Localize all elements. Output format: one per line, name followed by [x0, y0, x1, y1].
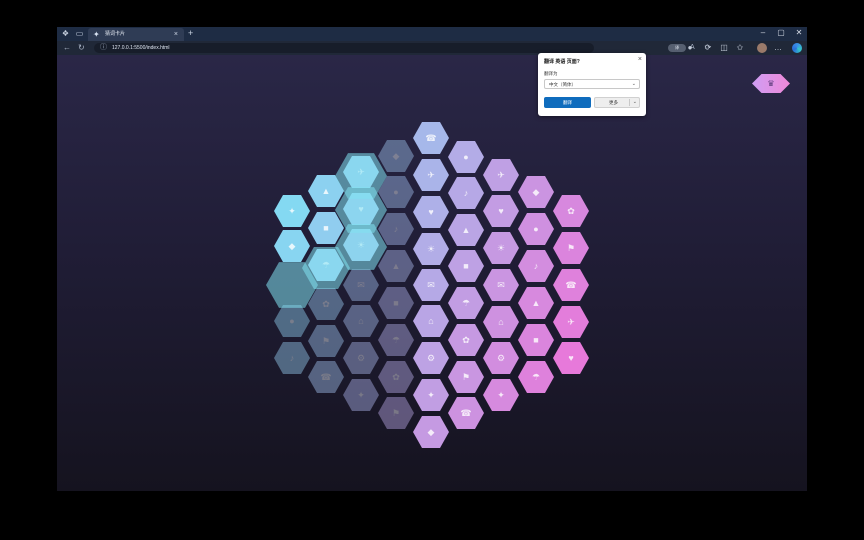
more-button[interactable]: 更多 ⌄: [594, 97, 640, 108]
spark-icon: ✦: [93, 30, 100, 39]
card-tile[interactable]: ✦: [343, 379, 379, 411]
card-tile[interactable]: ●: [448, 141, 484, 173]
card-tile[interactable]: ✈: [413, 159, 449, 191]
card-tile[interactable]: ◆: [518, 176, 554, 208]
close-icon[interactable]: ×: [174, 30, 178, 39]
card-tile[interactable]: ⚑: [378, 397, 414, 429]
card-tile[interactable]: ⚙: [343, 342, 379, 374]
card-tile[interactable]: ☎: [448, 397, 484, 429]
card-tile[interactable]: ☂: [378, 324, 414, 356]
favorites-icon[interactable]: ✩: [735, 43, 745, 53]
card-tile[interactable]: ☀: [483, 232, 519, 264]
url-text: 127.0.0.1:5500/index.html: [112, 45, 170, 51]
card-tile[interactable]: ♪: [274, 342, 310, 374]
chevron-down-icon[interactable]: ⌄: [633, 98, 637, 107]
more-button-label: 更多: [609, 100, 618, 105]
refresh-extension-icon[interactable]: ⟳: [703, 43, 713, 53]
card-tile[interactable]: ✿: [553, 195, 589, 227]
more-icon[interactable]: …: [773, 43, 783, 53]
card-tile[interactable]: ■: [378, 287, 414, 319]
popup-title: 翻译 英语 页面?: [544, 59, 580, 65]
card-tile[interactable]: ☂: [448, 287, 484, 319]
translate-popup: 翻译 英语 页面? × 翻译为 中文（简体） ⌄ 翻译 更多 ⌄: [538, 53, 646, 116]
card-tile[interactable]: ✈: [483, 159, 519, 191]
card-tile[interactable]: ◆: [274, 230, 310, 262]
card-tile[interactable]: ✦: [483, 379, 519, 411]
copilot-icon[interactable]: [792, 43, 802, 53]
language-select-value: 中文（简体）: [549, 82, 576, 87]
card-tile[interactable]: ⌂: [343, 305, 379, 337]
maximize-button[interactable]: ▢: [773, 27, 789, 39]
card-tile[interactable]: ☂: [518, 361, 554, 393]
card-tile[interactable]: ⌂: [483, 306, 519, 338]
tab-title: 猜词卡片: [105, 31, 126, 37]
card-tile[interactable]: ✦: [413, 379, 449, 411]
address-bar-row: ← ↻ ⓘ 127.0.0.1:5500/index.html 译 A ☆ ● …: [57, 41, 807, 55]
card-tile[interactable]: ●: [518, 213, 554, 245]
card-tile[interactable]: ⚑: [553, 232, 589, 264]
card-tile[interactable]: ☀: [413, 233, 449, 265]
language-select[interactable]: 中文（简体） ⌄: [544, 79, 640, 89]
address-bar[interactable]: ⓘ 127.0.0.1:5500/index.html 译 A ☆: [94, 43, 710, 53]
card-tile[interactable]: ✈: [553, 306, 589, 338]
workspaces-icon[interactable]: ❖: [61, 29, 70, 38]
card-tile[interactable]: ▲: [378, 250, 414, 282]
card-tile[interactable]: ☎: [308, 361, 344, 393]
card-tile[interactable]: ⚙: [413, 342, 449, 374]
card-tile[interactable]: ♪: [448, 177, 484, 209]
card-tile[interactable]: ✿: [448, 324, 484, 356]
card-tile[interactable]: ♥: [413, 196, 449, 228]
card-tile[interactable]: ✉: [343, 269, 379, 301]
card-tile[interactable]: ♥: [553, 342, 589, 374]
split-screen-icon[interactable]: ◫: [719, 43, 729, 53]
divider: [629, 99, 630, 106]
card-tile[interactable]: ✦: [274, 195, 310, 227]
card-tile[interactable]: ♥: [483, 195, 519, 227]
profile-avatar[interactable]: [757, 43, 767, 53]
card-tile[interactable]: ◆: [378, 140, 414, 172]
refresh-icon[interactable]: ↻: [78, 43, 85, 53]
mouse-cursor-icon: ↖: [641, 58, 647, 65]
chevron-down-icon: ⌄: [631, 81, 636, 87]
card-tile[interactable]: ⚙: [483, 342, 519, 374]
card-tile[interactable]: ♪: [378, 213, 414, 245]
card-tile[interactable]: ✿: [378, 361, 414, 393]
card-tile[interactable]: ●: [274, 305, 310, 337]
card-tile[interactable]: ⌂: [413, 305, 449, 337]
card-tile[interactable]: ♪: [518, 250, 554, 282]
card-tile[interactable]: ⚑: [448, 361, 484, 393]
card-tile[interactable]: ◆: [413, 416, 449, 448]
tab-strip: ❖ ▭ ✦ 猜词卡片 × + – ▢ ✕: [57, 27, 807, 41]
page-content: ✦◆●♪▲■☂✿⚑☎✈♥☀✉⌂⚙✦◆●♪▲■☂✿⚑☎✈♥☀✉⌂⚙✦◆●♪▲■☂✿…: [57, 55, 807, 491]
translate-icon[interactable]: 译: [668, 44, 686, 52]
card-tile[interactable]: ✉: [483, 269, 519, 301]
browser-window: ❖ ▭ ✦ 猜词卡片 × + – ▢ ✕ ← ↻ ⓘ 127.0.0.1:550…: [57, 27, 807, 491]
card-tile[interactable]: ✉: [413, 269, 449, 301]
card-tile[interactable]: ☎: [553, 269, 589, 301]
tab-active[interactable]: ✦ 猜词卡片 ×: [88, 28, 184, 41]
info-icon[interactable]: ⓘ: [100, 43, 107, 53]
tab-actions-icon[interactable]: ▭: [75, 29, 84, 38]
target-language-label: 翻译为: [544, 71, 558, 76]
close-window-button[interactable]: ✕: [791, 27, 807, 39]
translate-button[interactable]: 翻译: [544, 97, 591, 108]
card-tile[interactable]: ⚑: [308, 325, 344, 357]
card-tile[interactable]: ▲: [448, 214, 484, 246]
new-tab-button[interactable]: +: [188, 28, 193, 39]
back-icon[interactable]: ←: [63, 43, 71, 53]
card-tile[interactable]: ■: [308, 212, 344, 244]
minimize-button[interactable]: –: [755, 27, 771, 39]
card-tile[interactable]: ☎: [413, 122, 449, 154]
card-tile[interactable]: ▲: [518, 287, 554, 319]
card-tile[interactable]: ■: [518, 324, 554, 356]
extension-icon[interactable]: ●: [685, 43, 695, 53]
card-tile[interactable]: ■: [448, 250, 484, 282]
